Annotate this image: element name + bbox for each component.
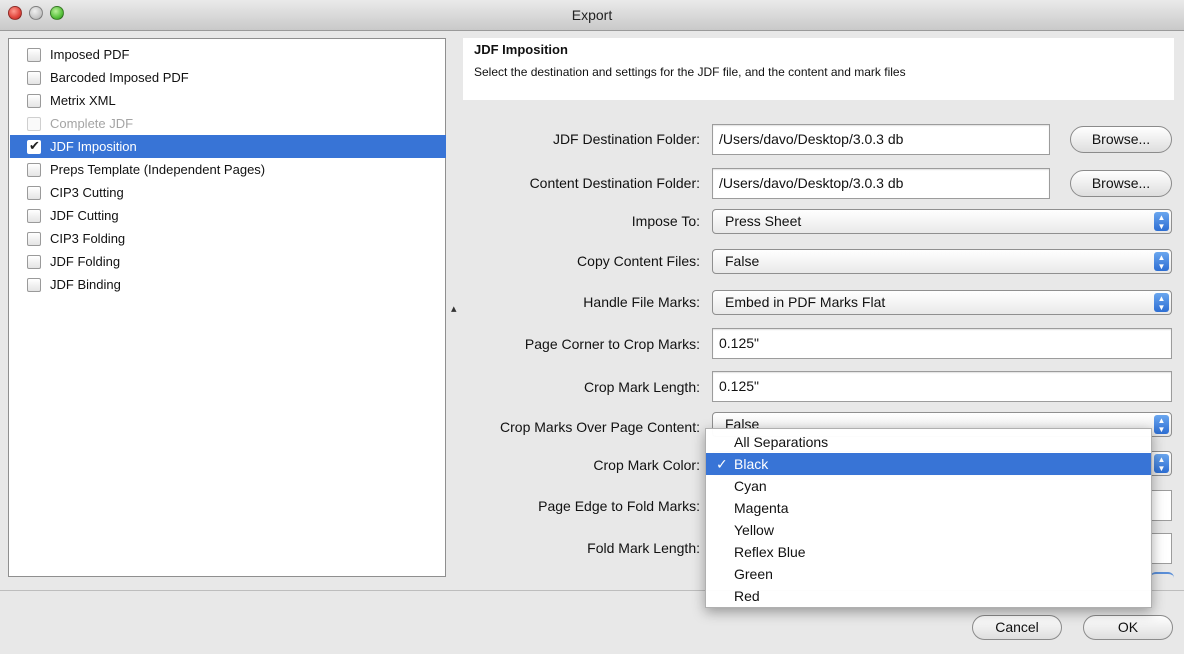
impose-to-label: Impose To: [631,213,700,229]
impose-to-value: Press Sheet [725,213,802,229]
jdf-destination-browse-button[interactable]: Browse... [1070,126,1172,153]
cancel-button[interactable]: Cancel [972,615,1062,640]
checkbox[interactable] [27,162,41,177]
page-edge-to-fold-marks-field[interactable] [1150,490,1172,521]
checkbox [27,116,41,131]
list-item-label: Imposed PDF [50,47,130,62]
page-corner-to-crop-marks-label: Page Corner to Crop Marks: [524,336,700,352]
copy-content-files-label: Copy Content Files: [577,253,700,269]
list-item-label: JDF Imposition [50,139,137,154]
handle-file-marks-value: Embed in PDF Marks Flat [725,294,886,310]
menu-item-label: Magenta [734,500,789,516]
export-format-list: Imposed PDF Barcoded Imposed PDF Metrix … [8,38,446,577]
crop-mark-color-menu: All Separations ✓ Black Cyan Magenta Yel… [705,428,1152,608]
fold-mark-length-field[interactable] [1150,533,1172,564]
checkbox[interactable] [27,70,41,85]
list-item-label: Barcoded Imposed PDF [50,70,189,85]
list-item-imposed-pdf[interactable]: Imposed PDF [10,43,446,66]
ok-button[interactable]: OK [1083,615,1173,640]
content-destination-browse-button[interactable]: Browse... [1070,170,1172,197]
menu-item-label: Cyan [734,478,767,494]
list-item-jdf-folding[interactable]: JDF Folding [10,250,446,273]
menu-item-label: Black [734,456,769,472]
export-window: Export Imposed PDF Barcoded Imposed PDF … [0,0,1184,654]
list-item-label: CIP3 Folding [50,231,126,246]
content-destination-field[interactable]: /Users/davo/Desktop/3.0.3 db [712,168,1050,199]
list-item-jdf-imposition[interactable]: ✔ JDF Imposition [10,135,446,158]
popup-arrows-icon: ▲ ▼ [1154,415,1169,434]
list-item-label: Metrix XML [50,93,116,108]
copy-content-files-popup[interactable]: False ▲ ▼ [712,249,1172,274]
menu-item-magenta[interactable]: Magenta [706,497,1151,519]
menu-item-label: Yellow [734,522,774,538]
checkmark-icon: ✔ [29,137,40,153]
jdf-destination-label: JDF Destination Folder: [552,131,700,147]
list-item-label: CIP3 Cutting [50,185,124,200]
menu-item-yellow[interactable]: Yellow [706,519,1151,541]
crop-mark-color-label: Crop Mark Color: [593,457,700,473]
menu-item-label: Red [734,588,760,604]
menu-item-cyan[interactable]: Cyan [706,475,1151,497]
split-divider-handle[interactable]: ▴ [451,302,457,315]
settings-header: JDF Imposition Select the destination an… [463,38,1174,100]
popup-arrows-icon: ▲ ▼ [1154,293,1169,312]
list-item-jdf-binding[interactable]: JDF Binding [10,273,446,296]
list-item-label: JDF Folding [50,254,121,269]
list-item-label: Preps Template (Independent Pages) [50,162,266,177]
fold-mark-length-label: Fold Mark Length: [587,540,700,556]
menu-item-label: Reflex Blue [734,544,806,560]
page-edge-to-fold-marks-label: Page Edge to Fold Marks: [538,498,700,514]
list-item-complete-jdf: Complete JDF [10,112,446,135]
menu-item-green[interactable]: Green [706,563,1151,585]
list-item-cip3-cutting[interactable]: CIP3 Cutting [10,181,446,204]
checkbox[interactable] [27,231,41,246]
list-item-label: JDF Binding [50,277,121,292]
list-item-metrix-xml[interactable]: Metrix XML [10,89,446,112]
title-bar: Export [0,0,1184,31]
checkbox[interactable] [27,47,41,62]
checkbox[interactable] [27,208,41,223]
menu-item-red[interactable]: Red [706,585,1151,607]
settings-title: JDF Imposition [474,42,568,57]
checkbox[interactable] [27,93,41,108]
list-item-label: JDF Cutting [50,208,119,223]
list-item-jdf-cutting[interactable]: JDF Cutting [10,204,446,227]
crop-marks-over-page-content-label: Crop Marks Over Page Content: [500,419,700,435]
checkbox[interactable] [27,277,41,292]
checkbox[interactable]: ✔ [27,137,41,154]
content-destination-label: Content Destination Folder: [529,175,700,191]
menu-item-black[interactable]: ✓ Black [706,453,1151,475]
popup-arrows-icon: ▲ ▼ [1154,252,1169,271]
handle-file-marks-label: Handle File Marks: [583,294,700,310]
page-corner-to-crop-marks-field[interactable]: 0.125" [712,328,1172,359]
list-item-label: Complete JDF [50,116,134,131]
menu-item-all-separations[interactable]: All Separations [706,431,1151,453]
popup-arrows-icon: ▲ ▼ [1154,454,1169,473]
crop-mark-length-field[interactable]: 0.125" [712,371,1172,402]
menu-item-reflex-blue[interactable]: Reflex Blue [706,541,1151,563]
crop-mark-length-label: Crop Mark Length: [584,379,700,395]
copy-content-files-value: False [725,253,760,269]
menu-item-label: All Separations [734,434,829,450]
impose-to-popup[interactable]: Press Sheet ▲ ▼ [712,209,1172,234]
settings-description: Select the destination and settings for … [474,65,906,79]
checkbox[interactable] [27,254,41,269]
checkbox[interactable] [27,185,41,200]
handle-file-marks-popup[interactable]: Embed in PDF Marks Flat ▲ ▼ [712,290,1172,315]
popup-arrows-icon: ▲ ▼ [1154,212,1169,231]
list-item-barcoded-imposed-pdf[interactable]: Barcoded Imposed PDF [10,66,446,89]
list-item-preps-template[interactable]: Preps Template (Independent Pages) [10,158,446,181]
window-title: Export [571,7,613,23]
jdf-destination-field[interactable]: /Users/davo/Desktop/3.0.3 db [712,124,1050,155]
list-item-cip3-folding[interactable]: CIP3 Folding [10,227,446,250]
focus-ring-edge [1150,572,1174,578]
menu-item-label: Green [734,566,773,582]
check-icon: ✓ [716,456,728,472]
